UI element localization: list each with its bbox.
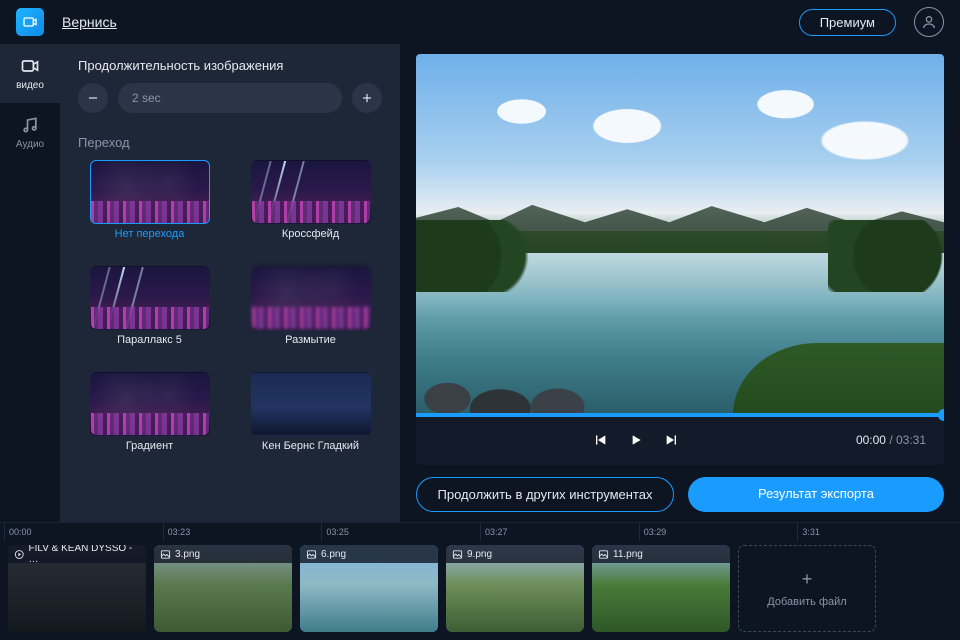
action-row: Продолжить в других инструментах Результ… (416, 465, 944, 522)
timeline-clips: FILV & KEAN DYSSO - … 3.png 6.png (0, 541, 960, 640)
clip-label: 6.png (321, 549, 346, 560)
transition-label: Переход (78, 135, 382, 150)
timeline-ruler: 00:00 03:23 03:25 03:27 03:29 3:31 (0, 523, 960, 541)
duration-control: 2 sec (78, 83, 382, 113)
rail-tab-audio[interactable]: Аудио (0, 103, 60, 162)
prev-icon[interactable] (592, 432, 608, 448)
time-total: 03:31 (896, 433, 926, 447)
transition-caption: Параллакс 5 (117, 334, 182, 362)
preview-viewport[interactable] (416, 54, 944, 415)
rail-tab-video[interactable]: видео (0, 44, 60, 103)
player-controls (592, 432, 680, 448)
image-icon (160, 549, 171, 560)
timeline: 00:00 03:23 03:25 03:27 03:29 3:31 FILV … (0, 522, 960, 640)
premium-button[interactable]: Премиум (799, 9, 896, 36)
duration-decrease[interactable] (78, 83, 108, 113)
player-bar: 00:00 / 03:31 (416, 415, 944, 465)
transition-caption: Кроссфейд (282, 228, 339, 256)
clip-label: FILV & KEAN DYSSO - … (29, 545, 140, 565)
clip-label: 9.png (467, 549, 492, 560)
next-icon[interactable] (664, 432, 680, 448)
duration-input[interactable]: 2 sec (118, 83, 342, 113)
top-bar: Вернись Премиум (0, 0, 960, 44)
ruler-mark: 3:31 (797, 523, 956, 541)
time-current: 00:00 (856, 433, 886, 447)
clip-image[interactable]: 3.png (154, 545, 292, 632)
plus-icon: + (802, 569, 813, 590)
transition-grid: Нет перехода Кроссфейд Параллакс 5 Размы… (78, 160, 382, 468)
transition-thumb (251, 160, 371, 224)
image-icon (452, 549, 463, 560)
app-logo (16, 8, 44, 36)
rail-label: видео (16, 80, 44, 91)
transition-thumb (90, 160, 210, 224)
transition-caption: Градиент (126, 440, 173, 468)
ruler-mark: 00:00 (4, 523, 163, 541)
add-file-label: Добавить файл (767, 596, 846, 608)
settings-panel: Продолжительность изображения 2 sec Пере… (60, 44, 400, 522)
transition-caption: Нет перехода (115, 228, 185, 256)
ruler-mark: 03:27 (480, 523, 639, 541)
side-rail: видео Аудио (0, 44, 60, 522)
image-duration-label: Продолжительность изображения (78, 58, 382, 73)
transition-thumb (90, 266, 210, 330)
ruler-mark: 03:29 (639, 523, 798, 541)
play-icon[interactable] (628, 432, 644, 448)
ruler-mark: 03:25 (321, 523, 480, 541)
image-icon (306, 549, 317, 560)
add-file-button[interactable]: + Добавить файл (738, 545, 876, 632)
transition-caption: Кен Бернс Гладкий (262, 440, 359, 468)
rail-label: Аудио (16, 139, 44, 150)
transition-blur[interactable]: Размытие (239, 266, 382, 362)
transition-thumb (251, 372, 371, 436)
image-icon (598, 549, 609, 560)
player-time: 00:00 / 03:31 (856, 433, 926, 447)
clip-label: 3.png (175, 549, 200, 560)
transition-ken-burns-smooth[interactable]: Кен Бернс Гладкий (239, 372, 382, 468)
transition-gradient[interactable]: Градиент (78, 372, 221, 468)
app-root: Вернись Премиум видео Аудио Продолжитель… (0, 0, 960, 640)
clip-audio[interactable]: FILV & KEAN DYSSO - … (8, 545, 146, 632)
ruler-mark: 03:23 (163, 523, 322, 541)
seek-bar[interactable] (416, 413, 944, 417)
clip-image[interactable]: 6.png (300, 545, 438, 632)
transition-no-transition[interactable]: Нет перехода (78, 160, 221, 256)
duration-increase[interactable] (352, 83, 382, 113)
transition-thumb (90, 372, 210, 436)
transition-parallax-5[interactable]: Параллакс 5 (78, 266, 221, 362)
account-icon[interactable] (914, 7, 944, 37)
clip-image[interactable]: 9.png (446, 545, 584, 632)
transition-caption: Размытие (285, 334, 336, 362)
transition-crossfade[interactable]: Кроссфейд (239, 160, 382, 256)
video-preview: 00:00 / 03:31 (416, 54, 944, 465)
clip-image[interactable]: 11.png (592, 545, 730, 632)
transition-thumb (251, 266, 371, 330)
clip-label: 11.png (613, 549, 643, 560)
audio-play-icon (14, 549, 25, 560)
preview-column: 00:00 / 03:31 Продолжить в других инстру… (400, 44, 960, 522)
export-result-button[interactable]: Результат экспорта (688, 477, 944, 512)
continue-tools-button[interactable]: Продолжить в других инструментах (416, 477, 674, 512)
back-link[interactable]: Вернись (62, 14, 117, 30)
main-row: видео Аудио Продолжительность изображени… (0, 44, 960, 522)
